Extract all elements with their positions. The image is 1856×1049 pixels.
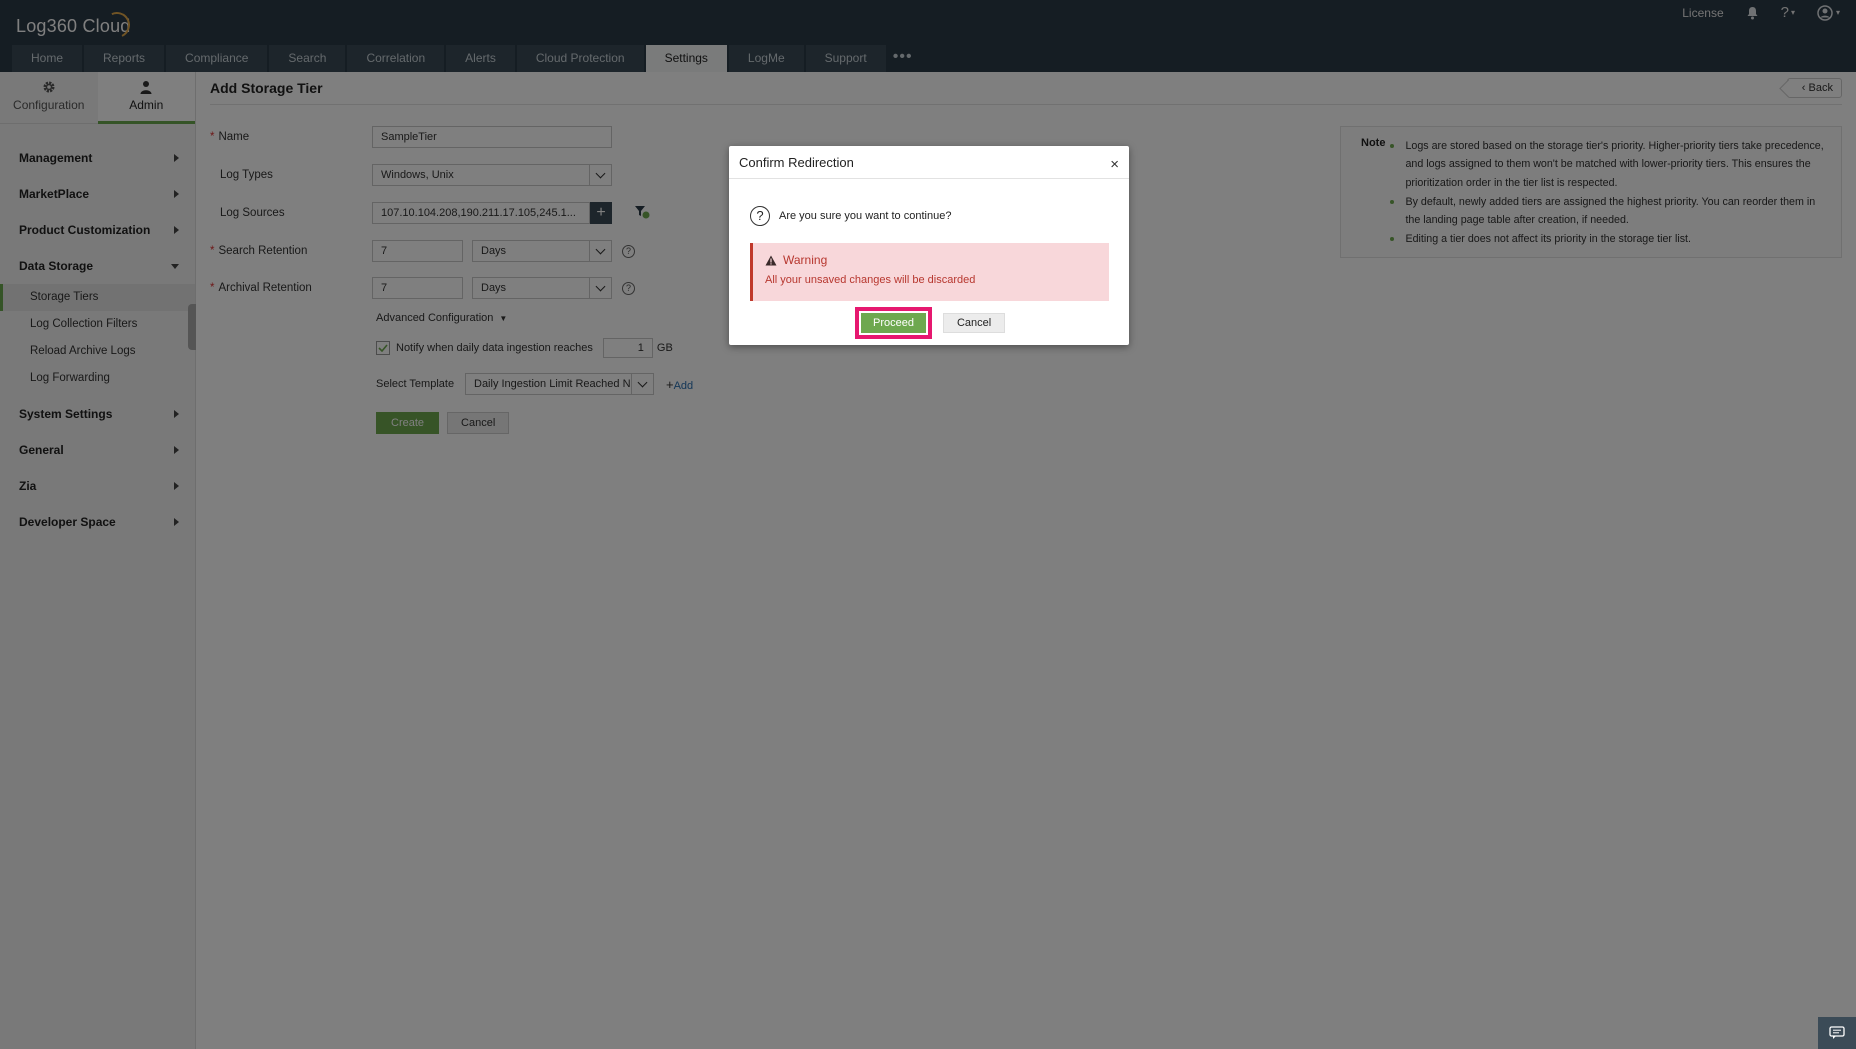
warning-header: Warning	[765, 253, 1097, 267]
dialog-title: Confirm Redirection	[739, 154, 854, 170]
close-icon[interactable]: ×	[1110, 156, 1119, 173]
chat-icon	[1829, 1026, 1845, 1039]
proceed-highlight: Proceed	[855, 307, 932, 339]
confirm-question: ? Are you sure you want to continue?	[750, 206, 951, 226]
dialog-header: Confirm Redirection ×	[729, 146, 1129, 179]
dialog-cancel-button[interactable]: Cancel	[942, 313, 1006, 333]
question-icon: ?	[750, 206, 770, 226]
warning-icon	[765, 255, 777, 265]
warning-box: Warning All your unsaved changes will be…	[750, 243, 1109, 301]
confirm-redirection-dialog: Confirm Redirection × ? Are you sure you…	[729, 146, 1129, 345]
dialog-actions: Proceed Cancel	[855, 307, 1006, 339]
warning-text: All your unsaved changes will be discard…	[765, 274, 976, 286]
chat-button[interactable]	[1818, 1017, 1856, 1049]
confirm-question-text: Are you sure you want to continue?	[779, 210, 952, 222]
warning-title: Warning	[783, 253, 828, 267]
proceed-button[interactable]: Proceed	[861, 313, 926, 333]
